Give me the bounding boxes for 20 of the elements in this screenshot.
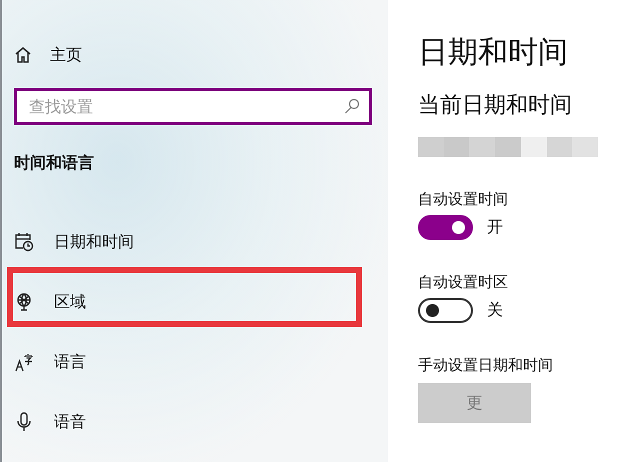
language-icon (14, 352, 34, 372)
setting-label: 自动设置时间 (418, 189, 509, 209)
sidebar-item[interactable]: 语言 (14, 352, 86, 372)
setting-label: 自动设置时区 (418, 272, 509, 292)
toggle-switch[interactable] (418, 298, 473, 323)
calendar-clock-icon (14, 232, 34, 252)
home-link[interactable]: 主页 (14, 40, 82, 70)
home-icon (14, 46, 32, 64)
toggle-switch[interactable] (418, 215, 473, 240)
toggle-state: 开 (487, 217, 503, 238)
sidebar-item[interactable]: 语音 (14, 412, 86, 432)
setting-label: 手动设置日期和时间 (418, 355, 554, 375)
toggle-state: 关 (487, 300, 503, 321)
section-heading: 当前日期和时间 (418, 92, 573, 120)
section-title: 时间和语言 (14, 153, 95, 174)
sidebar-item[interactable]: 区域 (14, 292, 86, 312)
search-icon (344, 98, 360, 114)
search-field[interactable]: 查找设置 (14, 88, 372, 125)
page-title: 日期和时间 (418, 34, 569, 72)
sidebar-item[interactable]: 日期和时间 (14, 232, 134, 252)
